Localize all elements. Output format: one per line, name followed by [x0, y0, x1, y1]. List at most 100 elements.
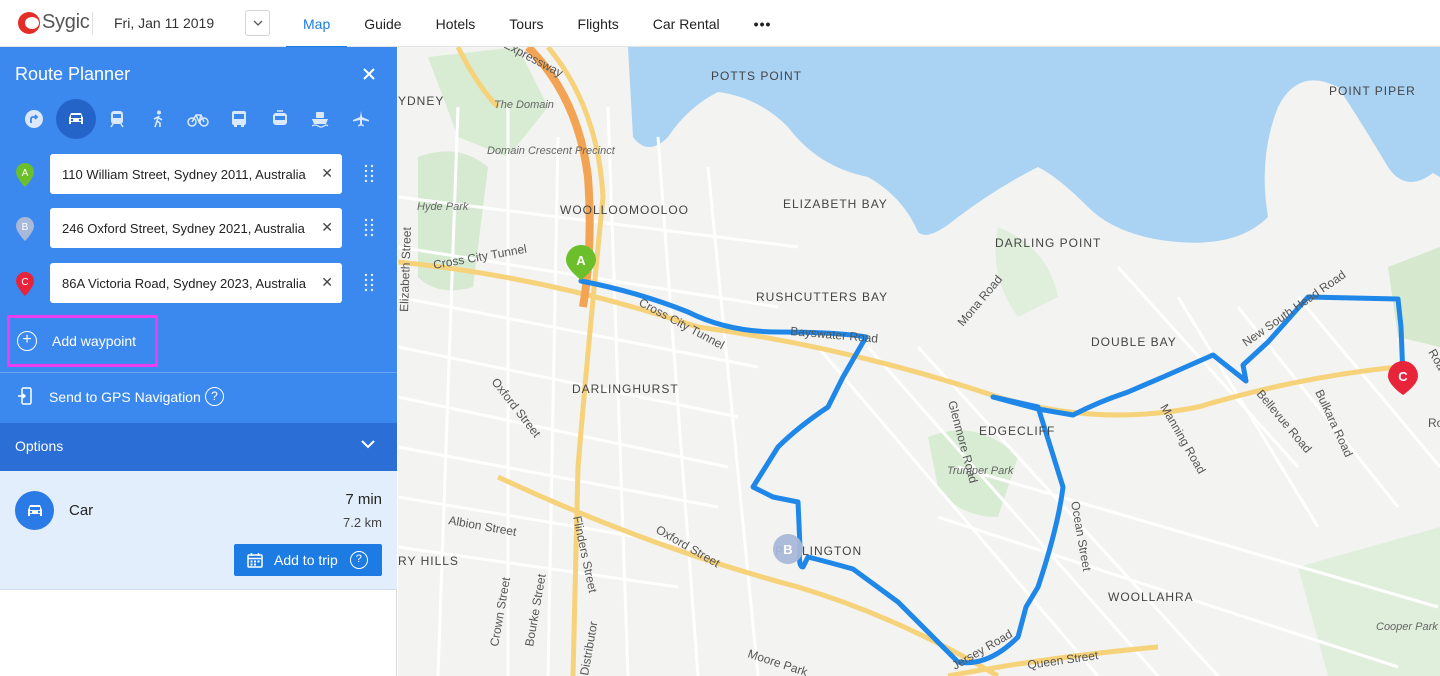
tram-icon[interactable]: [260, 99, 300, 139]
waypoint-c-address: 86A Victoria Road, Sydney 2023, Australi…: [62, 275, 307, 291]
marker-c[interactable]: C: [1388, 361, 1418, 395]
send-to-gps-button[interactable]: Send to GPS Navigation ?: [0, 373, 397, 421]
route-result-card[interactable]: Car 7 min 7.2 km Add to trip ?: [0, 471, 397, 590]
waypoint-a-input[interactable]: 110 William Street, Sydney 2011, Austral…: [50, 154, 342, 194]
drag-handle-icon[interactable]: [364, 218, 374, 238]
car-icon[interactable]: [56, 99, 96, 139]
waypoint-b-letter: B: [22, 222, 29, 233]
brand-name: Sygic: [42, 11, 90, 33]
date-dropdown-button[interactable]: [245, 10, 270, 36]
result-distance: 7.2 km: [342, 515, 382, 530]
tab-hotels[interactable]: Hotels: [419, 0, 493, 47]
tab-guide[interactable]: Guide: [347, 0, 418, 47]
waypoint-b-address: 246 Oxford Street, Sydney 2021, Australi…: [62, 220, 305, 236]
divider: [92, 12, 93, 35]
result-duration: 7 min: [345, 491, 382, 508]
car-icon: [15, 491, 54, 530]
suburb-label: DOUBLE BAY: [1091, 335, 1177, 349]
marker-a-label: A: [576, 253, 586, 268]
add-to-trip-label: Add to trip: [274, 552, 338, 568]
suburb-label: ELIZABETH BAY: [783, 197, 888, 211]
send-to-gps-label: Send to GPS Navigation: [49, 389, 201, 405]
place-label: Cooper Park: [1376, 621, 1438, 633]
waypoint-c-pin-icon: C: [16, 272, 34, 296]
place-label: Hyde Park: [417, 201, 469, 213]
add-waypoint-label: Add waypoint: [52, 333, 137, 349]
chevron-down-icon: [361, 440, 375, 449]
add-to-trip-button[interactable]: Add to trip ?: [234, 544, 382, 576]
waypoint-c-input[interactable]: 86A Victoria Road, Sydney 2023, Australi…: [50, 263, 342, 303]
suburb-label: EDGECLIFF: [979, 424, 1055, 438]
waypoint-b-input[interactable]: 246 Oxford Street, Sydney 2021, Australi…: [50, 208, 342, 248]
tab-car-rental[interactable]: Car Rental: [636, 0, 737, 47]
suburb-label: YDNEY: [398, 94, 444, 108]
result-mode-label: Car: [69, 502, 94, 519]
bike-icon[interactable]: [178, 99, 218, 139]
suburb-label: RY HILLS: [398, 554, 459, 568]
sygic-logo[interactable]: Sygic: [18, 11, 90, 34]
waypoint-b-pin-icon: B: [16, 217, 34, 241]
street-label: Bulkara Road: [1312, 387, 1355, 459]
street-label: Mona Road: [955, 272, 1006, 329]
top-bar: Sygic Fri, Jan 11 2019 Map Guide Hotels …: [0, 0, 1440, 48]
suburb-label: DARLING POINT: [995, 236, 1101, 250]
suburb-label: WOOLLAHRA: [1108, 590, 1194, 604]
clear-icon[interactable]: ✕: [321, 219, 333, 236]
bus-icon[interactable]: [219, 99, 259, 139]
street-label: Moore Park: [746, 647, 810, 676]
panel-title: Route Planner: [15, 64, 131, 84]
options-toggle[interactable]: Options: [0, 423, 397, 471]
suburb-label: WOOLLOOMOOLOO: [560, 203, 689, 217]
close-icon[interactable]: [360, 65, 378, 83]
sygic-logo-icon: [18, 11, 40, 34]
send-to-phone-icon: [18, 387, 32, 405]
marker-b[interactable]: B: [773, 534, 803, 564]
ferry-icon[interactable]: [300, 99, 340, 139]
tab-map[interactable]: Map: [286, 0, 348, 48]
transport-modes: [14, 99, 384, 139]
trip-date[interactable]: Fri, Jan 11 2019: [114, 15, 214, 31]
place-label: The Domain: [494, 99, 554, 111]
drag-handle-icon[interactable]: [364, 164, 374, 184]
route-planner: Route Planner A 110 William Street, Sydn…: [0, 47, 397, 423]
map-view[interactable]: POTTS POINT POINT PIPER YDNEY WOOLLOOMOO…: [398, 47, 1440, 676]
route-planner-panel: Route Planner A 110 William Street, Sydn…: [0, 47, 397, 676]
place-label: Domain Crescent Precinct: [487, 145, 616, 157]
add-waypoint-button[interactable]: + Add waypoint: [7, 315, 158, 367]
drag-handle-icon[interactable]: [364, 273, 374, 293]
street-label: Distributor: [577, 620, 600, 676]
clear-icon[interactable]: ✕: [321, 165, 333, 182]
street-label: Manning Road: [1157, 402, 1208, 477]
street-label: Oxford Street: [489, 375, 544, 440]
street-label: Bourke Street: [522, 572, 549, 647]
options-label: Options: [15, 438, 64, 454]
place-label: Trumper Park: [947, 465, 1014, 477]
walk-icon[interactable]: [138, 99, 178, 139]
help-icon[interactable]: ?: [349, 551, 368, 569]
waypoint-a-address: 110 William Street, Sydney 2011, Austral…: [62, 166, 306, 182]
suburb-label: DARLINGHURST: [572, 382, 679, 396]
route-icon[interactable]: [14, 99, 54, 139]
street-label: Road: [1428, 416, 1440, 430]
marker-c-label: C: [1398, 369, 1408, 384]
clear-icon[interactable]: ✕: [321, 274, 333, 291]
waypoint-row-a: A 110 William Street, Sydney 2011, Austr…: [0, 154, 397, 194]
help-icon[interactable]: ?: [205, 387, 224, 406]
map-canvas[interactable]: POTTS POINT POINT PIPER YDNEY WOOLLOOMOO…: [398, 47, 1440, 676]
train-icon[interactable]: [97, 99, 137, 139]
suburb-label: POINT PIPER: [1329, 84, 1416, 98]
tab-tours[interactable]: Tours: [492, 0, 560, 47]
more-menu-button[interactable]: •••: [737, 0, 789, 47]
street-label: Queen Street: [1026, 648, 1099, 672]
waypoint-c-letter: C: [21, 277, 28, 288]
suburb-label: RUSHCUTTERS BAY: [756, 290, 888, 304]
plus-icon: +: [17, 331, 37, 351]
marker-b-label: B: [783, 542, 792, 557]
plane-icon[interactable]: [341, 99, 381, 139]
street-label: Road: [1425, 347, 1440, 379]
waypoint-a-pin-icon: A: [16, 163, 34, 187]
suburb-label: LINGTON: [802, 544, 862, 558]
suburb-label: POTTS POINT: [711, 69, 802, 83]
street-label: Bellevue Road: [1254, 387, 1315, 456]
tab-flights[interactable]: Flights: [561, 0, 636, 47]
